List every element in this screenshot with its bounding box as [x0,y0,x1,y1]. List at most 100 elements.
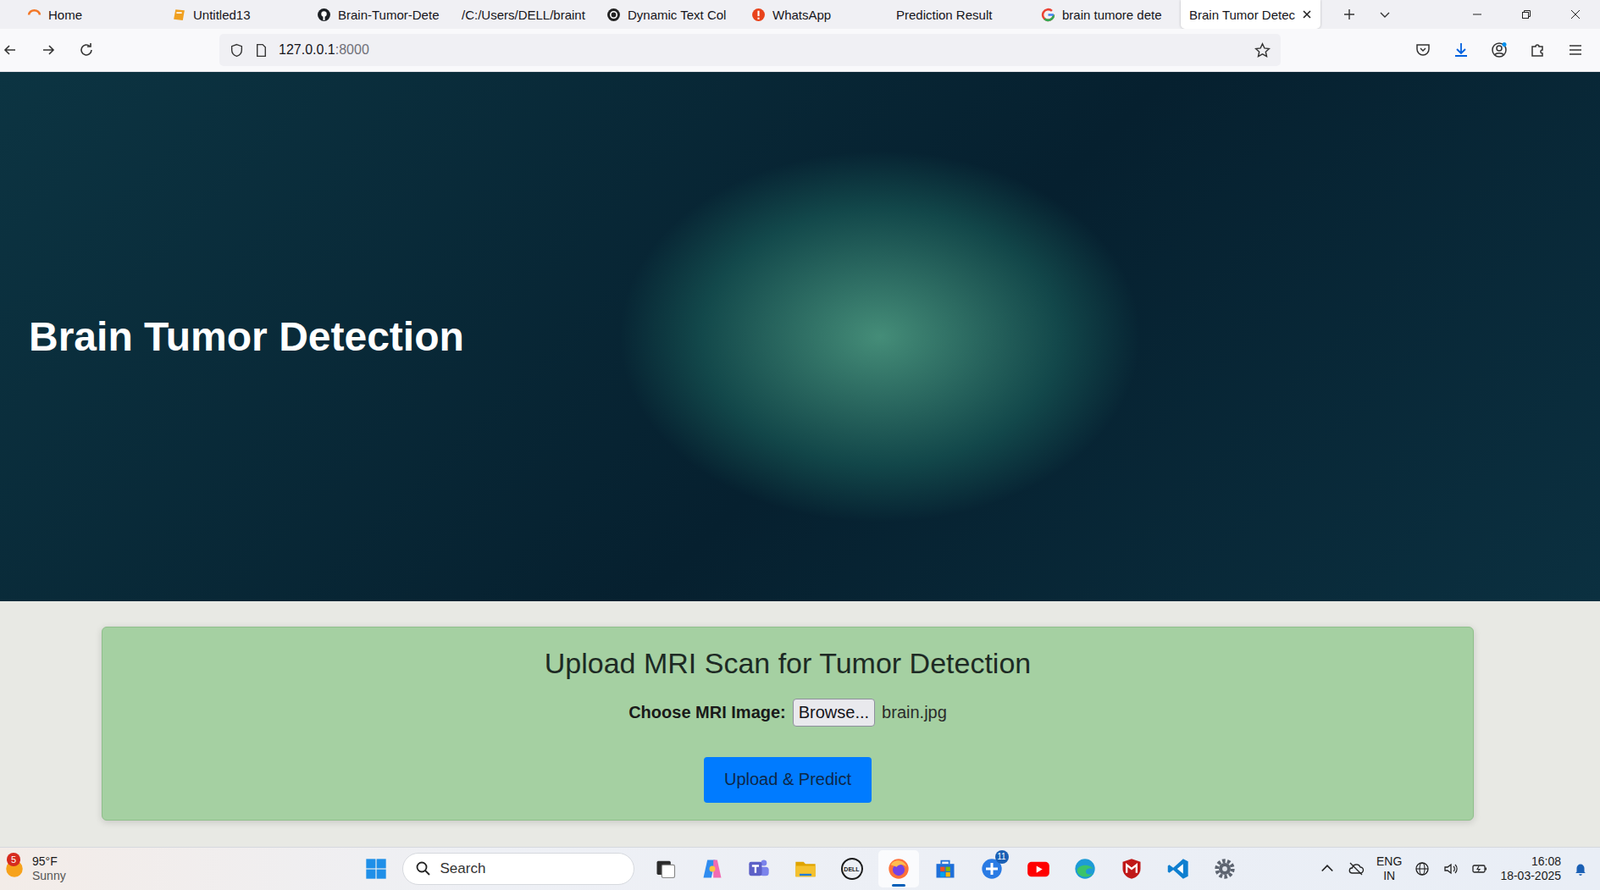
close-tab-icon[interactable] [1301,9,1313,20]
language-indicator[interactable]: ENGIN [1376,854,1402,884]
taskbar: 5 95°FSunny Search DELL 11 ENGIN 16:0818-03-20… [0,847,1600,890]
mcafee-icon [1119,857,1144,881]
close-window-button[interactable] [1550,0,1600,29]
tab-label: brain tumore dete [1062,7,1169,23]
taskbar-app[interactable] [738,850,780,888]
firefox-icon [886,857,911,881]
notification-bell-icon[interactable] [1572,861,1589,877]
taskbar-app[interactable]: DELL [831,850,873,888]
taskbar-app[interactable] [1157,850,1199,888]
page-content: Upload MRI Scan for Tumor Detection Choos… [0,601,1600,848]
pocket-icon[interactable] [1414,41,1432,59]
download-icon[interactable] [1452,41,1470,59]
tab-label: Dynamic Text Col [627,7,735,23]
battery-icon[interactable] [1471,860,1489,878]
taskbar-app[interactable] [1018,850,1059,888]
speaker-icon[interactable] [1442,860,1460,878]
tab-label: Brain-Tumor-Dete [337,7,445,23]
vscode-icon [1166,857,1191,881]
page-icon[interactable] [254,43,269,58]
language: ENG [1376,854,1402,870]
navigation-bar: 127.0.0.1:8000 [0,28,1600,72]
taskbar-app[interactable] [692,850,733,888]
network-globe-icon[interactable] [1413,860,1431,878]
tab-label: Brain Tumor Detec [1189,7,1296,23]
taskbar-app[interactable] [878,850,920,888]
taskbar-app[interactable]: 11 [971,850,1013,888]
teams-icon [747,857,771,881]
restore-button[interactable] [1501,0,1551,29]
settings-gear-icon [1212,857,1237,881]
file-label: Choose MRI Image: [628,703,787,723]
browser-tab[interactable]: Brain-Tumor-Dete [308,0,454,29]
taskbar-app[interactable] [1111,850,1152,888]
extensions-icon[interactable] [1528,41,1546,59]
url-port: :8000 [335,42,370,57]
reload-icon[interactable] [77,41,95,59]
browser-tab[interactable]: Prediction Result [887,0,1033,29]
system-tray: ENGIN 16:0818-03-2025 [1245,854,1600,884]
openai-icon [606,7,621,23]
shield-icon[interactable] [229,43,244,58]
weather-condition: Sunny [32,869,67,884]
upload-card: Upload MRI Scan for Tumor Detection Choos… [101,626,1474,821]
taskbar-app[interactable] [1204,850,1246,888]
region: IN [1383,869,1396,884]
bookmark-star-icon[interactable] [1254,42,1271,59]
browser-tab[interactable]: Home [18,0,164,29]
notebook-icon [171,7,187,23]
taskbar-app[interactable] [1064,850,1106,888]
url-text[interactable]: 127.0.0.1:8000 [278,42,370,58]
browser-tab[interactable]: WhatsApp [742,0,888,29]
menu-icon[interactable] [1566,41,1584,59]
browser-tab[interactable]: Brain Tumor Detec [1180,0,1321,29]
taskbar-search[interactable]: Search [402,852,635,886]
back-arrow-icon[interactable] [1,41,19,59]
taskbar-app[interactable] [645,850,687,888]
web-page: Brain Tumor DetectionUpload MRI Scan for… [0,71,1600,848]
weather-icon-wrap: 5 [3,858,26,881]
task-view-icon [653,857,678,881]
tab-list-chevron-icon[interactable] [1378,7,1392,22]
address-bar[interactable]: 127.0.0.1:8000 [219,33,1281,67]
url-host: 127.0.0.1 [278,42,336,57]
upload-heading: Upload MRI Scan for Tumor Detection [544,646,1031,681]
upload-predict-button[interactable]: Upload & Predict [703,757,872,803]
toolbar-buttons [1414,41,1584,59]
account-icon[interactable] [1490,41,1508,59]
minimize-button[interactable] [1452,0,1502,29]
forward-arrow-icon[interactable] [39,41,57,59]
window-controls [1452,0,1600,29]
temperature: 95°F [32,854,67,870]
file-name: brain.jpg [881,703,947,723]
search-icon [415,860,432,878]
new-tab-icon[interactable] [1342,7,1357,22]
windows-logo-icon [364,857,388,881]
browser-tab[interactable]: Untitled13 [163,0,309,29]
screen: HomeUntitled13 Brain-Tumor-Dete/C:/Users/… [0,0,1600,890]
restore-icon [1521,9,1532,20]
copilot-icon [700,857,725,881]
weather-widget[interactable]: 5 95°FSunny [0,854,356,884]
alert-icon [751,7,766,23]
tab-list: HomeUntitled13 Brain-Tumor-Dete/C:/Users/… [0,0,1453,29]
start-button[interactable] [355,850,397,888]
clock[interactable]: 16:0818-03-2025 [1500,854,1562,884]
file-row: Choose MRI Image:Browse... brain.jpg [628,698,947,727]
taskbar-apps: Search DELL 11 [355,850,1246,888]
file-explorer-icon [793,857,818,881]
taskbar-app[interactable] [785,850,826,888]
browse-button[interactable]: Browse... [792,698,875,727]
browser-tab[interactable]: /C:/Users/DELL/braint [453,0,598,29]
cloud-offline-icon[interactable] [1347,860,1365,878]
taskbar-app[interactable] [924,850,966,888]
weather-text: 95°FSunny [32,854,67,884]
dell-logo-icon: DELL [841,858,864,881]
browser-tab[interactable]: Dynamic Text Col [597,0,743,29]
browser-tab[interactable]: brain tumore dete [1032,0,1178,29]
tab-label: /C:/Users/DELL/braint [461,7,590,23]
google-icon [1040,7,1056,23]
show-hidden-chevron-icon[interactable] [1318,860,1336,878]
tab-label: Prediction Result [896,7,1025,23]
jupyter-icon [27,7,42,23]
